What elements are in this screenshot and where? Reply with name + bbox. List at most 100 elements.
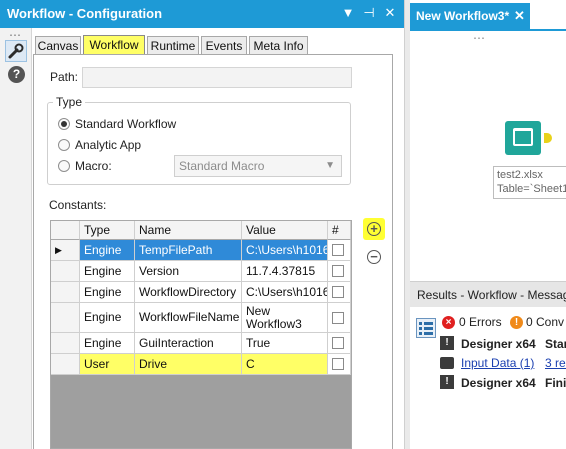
config-side-toolbar xyxy=(0,28,32,449)
warning-icon: ! xyxy=(510,316,523,329)
cell-numeric[interactable] xyxy=(328,333,351,354)
cell-name[interactable]: Drive xyxy=(135,354,242,375)
wrench-glyph xyxy=(8,43,24,59)
list-view-icon[interactable] xyxy=(416,318,436,338)
cell-type[interactable]: Engine xyxy=(80,261,135,282)
cell-numeric[interactable] xyxy=(328,282,351,303)
cell-value[interactable]: New Workflow3 xyxy=(242,303,328,333)
cell-type[interactable]: Engine xyxy=(80,333,135,354)
chevron-down-icon: ▼ xyxy=(325,160,335,171)
annotation-line: test2.xlsx xyxy=(497,169,543,181)
macro-type-select[interactable]: Standard Macro ▼ xyxy=(174,155,342,177)
radio-macro[interactable] xyxy=(58,160,70,172)
help-icon[interactable]: ? xyxy=(8,66,25,83)
tab-canvas[interactable]: Canvas xyxy=(35,36,81,55)
plus-circle-icon: + xyxy=(367,222,381,236)
message-source-link[interactable]: Input Data (1) xyxy=(461,356,534,370)
error-icon: × xyxy=(442,316,455,329)
cell-type[interactable]: User xyxy=(80,354,135,375)
current-row-arrow-icon: ▶ xyxy=(55,244,62,255)
grid-header-value[interactable]: Value xyxy=(242,221,328,240)
constants-label: Constants: xyxy=(49,198,107,212)
numeric-checkbox[interactable] xyxy=(332,358,344,370)
input-tool-small-icon xyxy=(440,357,454,369)
radio-standard-workflow[interactable] xyxy=(58,118,70,130)
row-selector[interactable] xyxy=(51,303,80,333)
table-row[interactable]: Engine WorkflowDirectory C:\Users\h10169 xyxy=(51,282,351,303)
cell-value[interactable]: C xyxy=(242,354,328,375)
wrench-icon[interactable] xyxy=(5,40,27,62)
radio-analytic-app[interactable] xyxy=(58,139,70,151)
annotation-line: Table=`Sheet1 xyxy=(497,183,566,195)
row-selector[interactable]: ▶ xyxy=(51,240,80,261)
path-field[interactable] xyxy=(82,67,352,88)
tool-annotation: test2.xlsx Table=`Sheet1 xyxy=(493,166,566,199)
results-header: Results - Workflow - Messages xyxy=(410,281,566,307)
cell-value[interactable]: 11.7.4.37815 xyxy=(242,261,328,282)
cell-value[interactable]: C:\Users\h10169 xyxy=(242,240,328,261)
cell-type[interactable]: Engine xyxy=(80,240,135,261)
pin-icon[interactable]: ⊣ xyxy=(361,5,377,21)
cell-name[interactable]: GuiInteraction xyxy=(135,333,242,354)
cell-name[interactable]: Version xyxy=(135,261,242,282)
message-source: Designer x64 xyxy=(461,376,536,390)
radio-macro-label: Macro: xyxy=(75,159,112,173)
table-row[interactable]: Engine WorkflowFileName New Workflow3 xyxy=(51,303,351,333)
message-text: Star xyxy=(545,337,566,351)
numeric-checkbox[interactable] xyxy=(332,337,344,349)
cell-type[interactable]: Engine xyxy=(80,303,135,333)
radio-analytic-app-label: Analytic App xyxy=(75,138,142,152)
path-label: Path: xyxy=(50,70,79,84)
tab-meta-info[interactable]: Meta Info xyxy=(249,36,308,55)
cell-value[interactable]: True xyxy=(242,333,328,354)
message-text: Finis xyxy=(545,376,566,390)
add-constant-button[interactable]: + xyxy=(363,218,385,240)
macro-type-value: Standard Macro xyxy=(179,159,265,173)
message-icon: ! xyxy=(440,336,454,350)
numeric-checkbox[interactable] xyxy=(332,244,344,256)
cell-numeric[interactable] xyxy=(328,240,351,261)
conversions-filter[interactable]: 0 Conv xyxy=(526,315,564,329)
message-source: Designer x64 xyxy=(461,337,536,351)
grid-header-row: Type Name Value # xyxy=(51,221,351,240)
grip-dots-icon: ⋯ xyxy=(473,31,486,45)
close-icon[interactable]: ✕ xyxy=(382,5,398,21)
table-row[interactable]: Engine GuiInteraction True xyxy=(51,333,351,354)
cell-type[interactable]: Engine xyxy=(80,282,135,303)
workflow-canvas[interactable] xyxy=(410,31,566,281)
message-text-link[interactable]: 3 rec xyxy=(545,356,566,370)
numeric-checkbox[interactable] xyxy=(332,265,344,277)
numeric-checkbox[interactable] xyxy=(332,286,344,298)
errors-filter[interactable]: 0 Errors xyxy=(459,315,502,329)
row-selector[interactable] xyxy=(51,354,80,375)
type-group-legend: Type xyxy=(53,95,86,109)
tab-events[interactable]: Events xyxy=(201,36,247,55)
table-row[interactable]: ▶ Engine TempFilePath C:\Users\h10169 xyxy=(51,240,351,261)
grid-header-hash[interactable]: # xyxy=(328,221,351,240)
dropdown-icon[interactable]: ▼ xyxy=(340,5,356,21)
cell-name[interactable]: WorkflowFileName xyxy=(135,303,242,333)
tab-workflow[interactable]: Workflow xyxy=(83,35,145,55)
radio-standard-workflow-label: Standard Workflow xyxy=(75,117,177,131)
input-data-tool[interactable] xyxy=(505,121,541,155)
grid-header-type[interactable]: Type xyxy=(80,221,135,240)
row-selector[interactable] xyxy=(51,333,80,354)
cell-value[interactable]: C:\Users\h10169 xyxy=(242,282,328,303)
remove-constant-button[interactable]: − xyxy=(363,246,385,268)
row-selector[interactable] xyxy=(51,282,80,303)
cell-numeric[interactable] xyxy=(328,261,351,282)
message-icon: ! xyxy=(440,375,454,389)
close-icon[interactable]: ✕ xyxy=(514,8,525,24)
grid-header-name[interactable]: Name xyxy=(135,221,242,240)
constants-grid: Type Name Value # ▶ Engine TempFilePath … xyxy=(50,220,352,449)
numeric-checkbox[interactable] xyxy=(332,311,344,324)
table-row[interactable]: User Drive C xyxy=(51,354,351,375)
cell-numeric[interactable] xyxy=(328,354,351,375)
tab-new-workflow3[interactable]: New Workflow3* ✕ xyxy=(410,3,530,29)
cell-name[interactable]: WorkflowDirectory xyxy=(135,282,242,303)
row-selector[interactable] xyxy=(51,261,80,282)
tab-runtime[interactable]: Runtime xyxy=(147,36,199,55)
table-row[interactable]: Engine Version 11.7.4.37815 xyxy=(51,261,351,282)
cell-numeric[interactable] xyxy=(328,303,351,333)
cell-name[interactable]: TempFilePath xyxy=(135,240,242,261)
